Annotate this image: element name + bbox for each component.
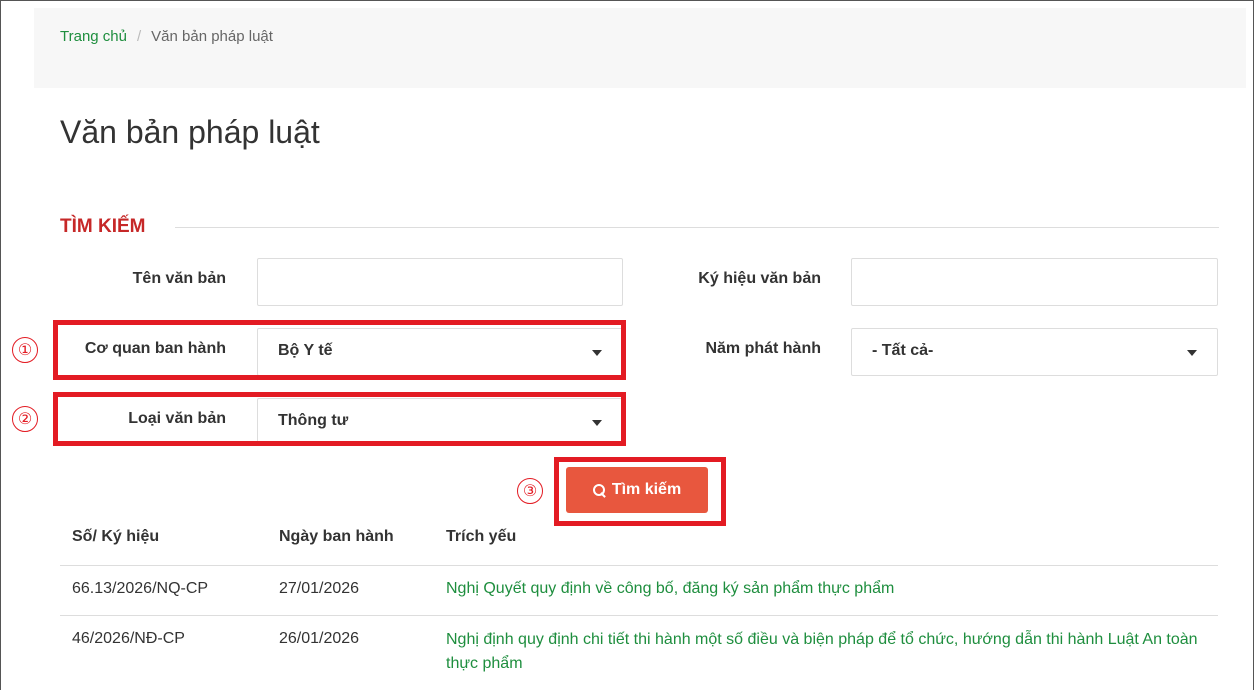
search-button-label: Tìm kiếm — [611, 481, 682, 498]
column-header-summary: Trích yếu — [446, 528, 517, 545]
column-header-date: Ngày ban hành — [279, 528, 394, 545]
row-1-summary-link[interactable]: Nghị Quyết quy định về công bố, đăng ký … — [446, 577, 1206, 601]
breadcrumb-home-link[interactable]: Trang chủ — [60, 28, 127, 45]
highlight-box-agency — [53, 320, 626, 380]
issue-year-label: Năm phát hành — [705, 340, 821, 357]
column-header-code: Số/ Ký hiệu — [72, 528, 160, 545]
row-1-code: 66.13/2026/NQ-CP — [72, 580, 209, 597]
annotation-number-1: ① — [12, 337, 38, 363]
page-title: Văn bản pháp luật — [60, 114, 320, 150]
row-2-date: 26/01/2026 — [279, 630, 360, 647]
annotation-number-3: ③ — [517, 478, 543, 504]
search-button[interactable]: Tìm kiếm — [566, 467, 708, 513]
annotation-number-2: ② — [12, 406, 38, 432]
search-icon — [592, 483, 606, 497]
table-row-divider — [60, 615, 1218, 616]
breadcrumb-current: Văn bản pháp luật — [151, 28, 273, 45]
breadcrumb-separator: / — [136, 28, 142, 45]
row-2-summary-link[interactable]: Nghị định quy định chi tiết thi hành một… — [446, 628, 1206, 676]
document-code-label: Ký hiệu văn bản — [698, 270, 821, 287]
document-code-input[interactable] — [851, 258, 1218, 306]
section-divider — [175, 227, 1219, 228]
issue-year-value: - Tất cả- — [872, 342, 934, 359]
document-name-label: Tên văn bản — [132, 270, 226, 287]
search-section-title: TÌM KIẾM — [60, 216, 146, 237]
table-header-divider — [60, 565, 1218, 566]
document-name-input[interactable] — [257, 258, 623, 306]
issue-year-select[interactable]: - Tất cả- — [851, 328, 1218, 376]
chevron-down-icon — [1187, 350, 1197, 356]
row-2-code: 46/2026/NĐ-CP — [72, 630, 185, 647]
breadcrumb-bar — [34, 8, 1246, 88]
row-1-date: 27/01/2026 — [279, 580, 360, 597]
breadcrumb: Trang chủ / Văn bản pháp luật — [60, 28, 273, 45]
highlight-box-type — [53, 392, 626, 446]
